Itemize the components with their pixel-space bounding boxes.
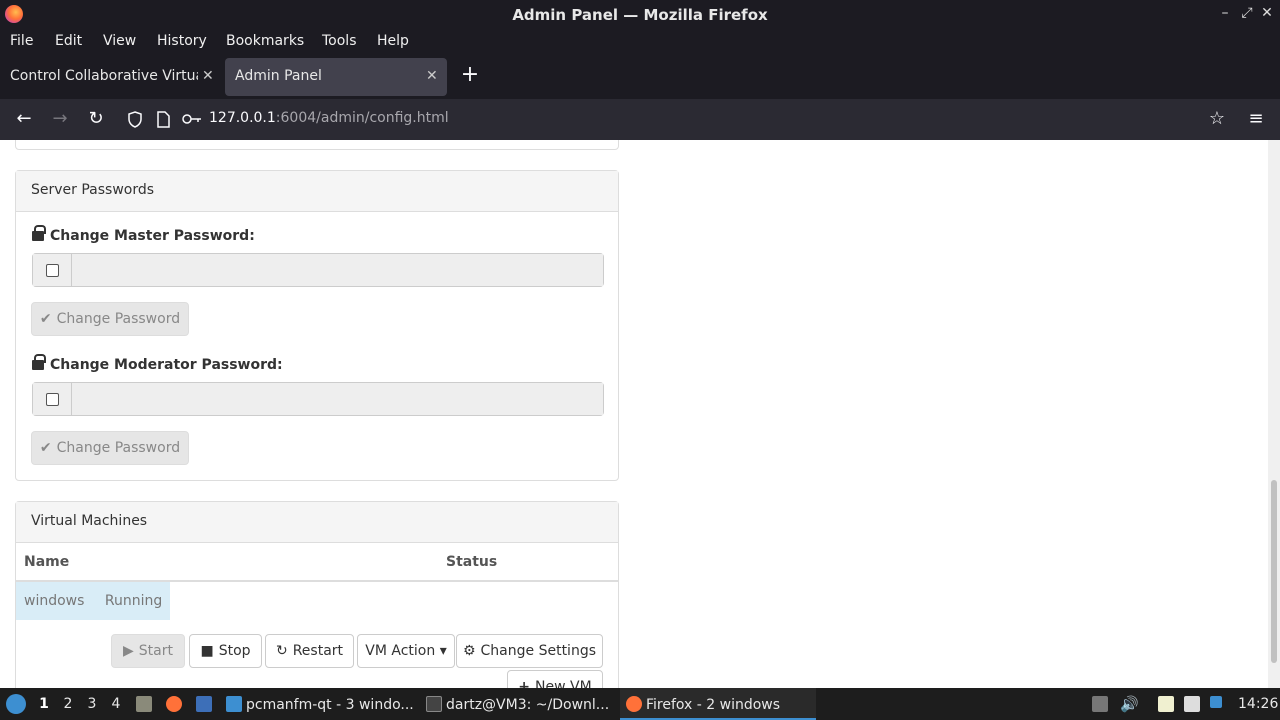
lock-icon bbox=[32, 225, 46, 241]
change-master-password-button[interactable]: ✔ Change Password bbox=[31, 302, 189, 336]
table-row[interactable]: windows Running bbox=[16, 581, 618, 620]
page-scrollbar[interactable] bbox=[1268, 140, 1280, 688]
volume-icon[interactable]: 🔊 bbox=[1120, 695, 1139, 713]
master-password-group bbox=[32, 253, 604, 287]
caret-down-icon: ▾ bbox=[439, 643, 447, 659]
tab-label: Admin Panel bbox=[235, 68, 322, 84]
moderator-password-input[interactable] bbox=[72, 383, 603, 415]
firefox-launcher-icon[interactable] bbox=[166, 696, 182, 712]
file-manager-launcher-icon[interactable] bbox=[136, 696, 152, 712]
vm-action-dropdown[interactable]: VM Action ▾ bbox=[357, 634, 455, 668]
close-window-button[interactable]: ✕ bbox=[1258, 5, 1276, 21]
forward-button[interactable]: → bbox=[49, 108, 71, 129]
panel-heading: Virtual Machines bbox=[16, 502, 618, 543]
menu-edit[interactable]: Edit bbox=[55, 33, 82, 49]
clipboard-icon[interactable] bbox=[1158, 696, 1174, 712]
back-button[interactable]: ← bbox=[13, 108, 35, 129]
menu-bookmarks[interactable]: Bookmarks bbox=[226, 33, 304, 49]
tab-label: Control Collaborative Virtual Machines bbox=[10, 68, 198, 84]
vm-name-cell: windows bbox=[24, 593, 85, 609]
new-tab-button[interactable]: + bbox=[458, 62, 482, 87]
vm-status-cell: Running bbox=[104, 593, 163, 609]
window-titlebar: Admin Panel — Mozilla Firefox – ⤢ ✕ bbox=[0, 0, 1280, 29]
navigation-bar: ← → ↻ 127.0.0.1:6004/admin/config.html ☆… bbox=[0, 99, 1280, 140]
moderator-password-checkbox[interactable] bbox=[46, 393, 59, 406]
vm-row-highlight: windows Running bbox=[16, 582, 171, 620]
vm-table: Name Status windows Running bbox=[16, 543, 618, 620]
desktop-3[interactable]: 3 bbox=[84, 696, 100, 712]
menu-file[interactable]: File bbox=[10, 33, 33, 49]
maximize-button[interactable]: ⤢ bbox=[1238, 5, 1256, 21]
virtual-machines-panel: Virtual Machines Name Status windows Run… bbox=[15, 501, 619, 688]
tab-admin-panel[interactable]: Admin Panel ✕ bbox=[225, 58, 447, 96]
master-password-label: Change Master Password: bbox=[32, 225, 255, 244]
server-passwords-panel: Server Passwords Change Master Password:… bbox=[15, 170, 619, 481]
url-path: :6004/admin/config.html bbox=[275, 110, 449, 126]
column-header-name: Name bbox=[16, 543, 438, 582]
menu-tools[interactable]: Tools bbox=[322, 33, 357, 49]
new-vm-button[interactable]: + New VM bbox=[507, 670, 603, 688]
window-title: Admin Panel — Mozilla Firefox bbox=[512, 6, 768, 24]
shield-icon[interactable] bbox=[127, 111, 143, 128]
menu-view[interactable]: View bbox=[103, 33, 136, 49]
bookmark-star-icon[interactable]: ☆ bbox=[1206, 108, 1228, 129]
tab-close-icon[interactable]: ✕ bbox=[202, 68, 214, 84]
page-icon[interactable] bbox=[156, 111, 170, 128]
network-icon[interactable] bbox=[1210, 696, 1222, 708]
lock-icon bbox=[32, 354, 46, 370]
restart-button[interactable]: ↻ Restart bbox=[265, 634, 354, 668]
terminal-icon bbox=[426, 696, 442, 712]
play-icon: ▶ bbox=[123, 643, 134, 659]
tab-close-icon[interactable]: ✕ bbox=[426, 68, 438, 84]
check-icon: ✔ bbox=[39, 311, 52, 327]
key-icon[interactable] bbox=[182, 112, 202, 126]
minimize-button[interactable]: – bbox=[1216, 5, 1234, 21]
firefox-icon bbox=[626, 696, 642, 712]
checkbox-addon bbox=[33, 254, 72, 286]
tab-strip: Control Collaborative Virtual Machines ✕… bbox=[0, 54, 1280, 99]
panel-heading: Server Passwords bbox=[16, 171, 618, 212]
menu-bar: File Edit View History Bookmarks Tools H… bbox=[0, 29, 1280, 54]
gear-icon: ⚙ bbox=[462, 643, 476, 659]
master-password-input[interactable] bbox=[72, 254, 603, 286]
plus-icon: + bbox=[518, 679, 531, 688]
check-icon: ✔ bbox=[39, 440, 52, 456]
folder-icon bbox=[226, 696, 242, 712]
scrollbar-thumb[interactable] bbox=[1271, 480, 1277, 663]
refresh-icon: ↻ bbox=[275, 643, 288, 659]
display-icon[interactable] bbox=[1184, 696, 1200, 712]
url-host: 127.0.0.1 bbox=[209, 110, 276, 126]
clock: 14:26 bbox=[1238, 696, 1279, 712]
previous-panel bbox=[15, 140, 619, 150]
checkbox-addon bbox=[33, 383, 72, 415]
menu-history[interactable]: History bbox=[157, 33, 207, 49]
desktop-4[interactable]: 4 bbox=[108, 696, 124, 712]
page-content: Server Passwords Change Master Password:… bbox=[0, 140, 1268, 688]
taskbar-window-terminal[interactable]: dartz@VM3: ~/Downl... bbox=[426, 696, 609, 713]
column-header-status: Status bbox=[438, 543, 618, 582]
master-password-checkbox[interactable] bbox=[46, 264, 59, 277]
change-moderator-password-button[interactable]: ✔ Change Password bbox=[31, 431, 189, 465]
taskbar: 1 2 3 4 pcmanfm-qt - 3 windo... dartz@VM… bbox=[0, 688, 1280, 720]
stop-icon: ■ bbox=[200, 643, 214, 659]
reload-button[interactable]: ↻ bbox=[85, 108, 107, 129]
app-menu-button[interactable]: ≡ bbox=[1245, 108, 1267, 129]
start-button[interactable]: ▶ Start bbox=[111, 634, 185, 668]
stop-button[interactable]: ■ Stop bbox=[189, 634, 262, 668]
desktop-launcher-icon[interactable] bbox=[196, 696, 212, 712]
desktop-2[interactable]: 2 bbox=[60, 696, 76, 712]
tab-control-vms[interactable]: Control Collaborative Virtual Machines ✕ bbox=[0, 58, 222, 96]
moderator-password-group bbox=[32, 382, 604, 416]
tray-app-icon[interactable] bbox=[1092, 696, 1108, 712]
url-bar[interactable]: 127.0.0.1:6004/admin/config.html bbox=[209, 110, 449, 126]
change-settings-button[interactable]: ⚙ Change Settings bbox=[456, 634, 603, 668]
desktop-1[interactable]: 1 bbox=[36, 696, 52, 712]
moderator-password-label: Change Moderator Password: bbox=[32, 354, 283, 373]
taskbar-window-firefox[interactable]: Firefox - 2 windows bbox=[626, 696, 780, 713]
taskbar-window-pcmanfm[interactable]: pcmanfm-qt - 3 windo... bbox=[226, 696, 414, 713]
menu-help[interactable]: Help bbox=[377, 33, 409, 49]
start-menu-icon[interactable] bbox=[6, 694, 26, 714]
